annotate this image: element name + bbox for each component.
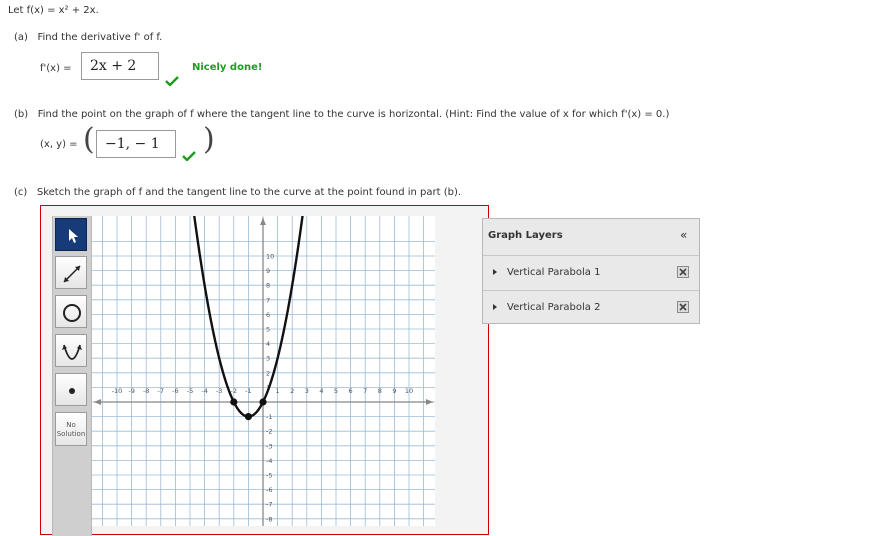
y-tick-label: -6: [266, 486, 272, 494]
y-tick-label: -2: [266, 428, 272, 436]
x-tick-label: 8: [378, 387, 382, 395]
graph-layers-panel: Graph Layers « Vertical Parabola 1 Verti…: [482, 218, 700, 324]
layer-label: Vertical Parabola 2: [507, 302, 601, 313]
no-solution-button[interactable]: No Solution: [55, 412, 87, 446]
point-tool-button[interactable]: [55, 373, 87, 406]
y-tick-label: 10: [266, 253, 274, 261]
line-tool-button[interactable]: [55, 256, 87, 289]
x-tick-label: -6: [172, 387, 178, 395]
layer-row-vertical-parabola-1[interactable]: Vertical Parabola 1: [483, 255, 699, 290]
correct-check-icon: [182, 151, 196, 161]
x-tick-label: -8: [143, 387, 149, 395]
delete-layer-button[interactable]: [677, 301, 689, 313]
x-tick-label: 10: [405, 387, 413, 395]
y-tick-label: 7: [266, 296, 270, 304]
y-tick-label: 9: [266, 267, 270, 275]
x-tick-label: -4: [201, 387, 207, 395]
left-paren: (: [83, 122, 95, 157]
close-icon: [679, 268, 687, 276]
delete-layer-button[interactable]: [677, 266, 689, 278]
x-tick-label: 6: [349, 387, 353, 395]
parabola-icon: [62, 344, 82, 360]
layer-row-vertical-parabola-2[interactable]: Vertical Parabola 2: [483, 290, 699, 325]
circle-icon: [63, 304, 81, 322]
y-tick-label: 4: [266, 340, 270, 348]
coordinate-plane[interactable]: -10 -9 -8 -7 -6 -5 -4 -3 -2 -1 1 2 3 4 5 6 7 8 9 10 10 9 8 7 6 5 4…: [92, 216, 435, 526]
y-tick-label: -7: [266, 501, 272, 509]
part-a-text: Find the derivative f' of f.: [37, 32, 163, 43]
no-solution-label-line2: Solution: [56, 430, 86, 438]
close-icon: [679, 303, 687, 311]
correct-check-icon: [165, 76, 179, 86]
derivative-answer-field[interactable]: 2x + 2: [81, 52, 159, 80]
x-tick-label: 7: [363, 387, 367, 395]
part-b-text: Find the point on the graph of f where t…: [37, 109, 670, 120]
layers-panel-title: Graph Layers: [488, 230, 563, 241]
problem-intro: Let f(x) = x² + 2x.: [8, 5, 99, 16]
x-tick-label: 5: [334, 387, 338, 395]
layer-label: Vertical Parabola 1: [507, 267, 601, 278]
point-answer-field[interactable]: −1, − 1: [96, 130, 176, 158]
x-tick-label: -10: [112, 387, 123, 395]
x-tick-label: 4: [319, 387, 323, 395]
part-c-question: (c) Sketch the graph of f and the tangen…: [14, 187, 461, 198]
y-tick-label: -3: [266, 442, 272, 450]
collapse-panel-button[interactable]: «: [680, 228, 687, 242]
x-tick-label: 2: [290, 387, 294, 395]
part-b-marker: (b): [14, 109, 29, 120]
part-a-question: (a) Find the derivative f' of f.: [14, 32, 162, 43]
y-tick-label: 3: [266, 355, 270, 363]
y-tick-label: 8: [266, 282, 270, 290]
parabola-tool-button[interactable]: [55, 334, 87, 367]
expand-triangle-icon[interactable]: [493, 269, 497, 275]
right-paren: ): [203, 122, 215, 157]
x-tick-label: 9: [392, 387, 396, 395]
x-tick-label: -3: [216, 387, 222, 395]
y-tick-label: 5: [266, 326, 270, 334]
x-tick-label: 1: [276, 387, 280, 395]
feedback-message: Nicely done!: [192, 62, 263, 73]
no-solution-label-line1: No: [66, 421, 76, 429]
plotted-point[interactable]: [244, 413, 252, 421]
circle-tool-button[interactable]: [55, 295, 87, 328]
x-tick-label: -1: [245, 387, 251, 395]
y-tick-label: 6: [266, 311, 270, 319]
part-b-question: (b) Find the point on the graph of f whe…: [14, 109, 669, 120]
x-tick-label: 3: [305, 387, 309, 395]
part-b-answer-label: (x, y) =: [40, 139, 78, 150]
x-tick-label: -7: [158, 387, 164, 395]
point-icon: [69, 388, 75, 394]
y-tick-label: -1: [266, 413, 272, 421]
y-tick-label: -8: [266, 515, 272, 523]
part-a-marker: (a): [14, 32, 28, 43]
x-tick-label: -5: [187, 387, 193, 395]
part-c-text: Sketch the graph of f and the tangent li…: [36, 187, 462, 198]
part-a-answer-label: f'(x) =: [40, 63, 72, 74]
x-tick-label: -2: [231, 387, 237, 395]
select-tool-button[interactable]: [55, 218, 87, 251]
y-tick-label: -4: [266, 457, 272, 465]
x-tick-label: -9: [128, 387, 134, 395]
part-c-marker: (c): [14, 187, 28, 198]
y-tick-label: 2: [266, 369, 270, 377]
y-tick-label: -5: [266, 472, 272, 480]
plotted-point[interactable]: [259, 398, 267, 406]
arrow-cursor-icon: [69, 229, 78, 243]
plotted-point[interactable]: [230, 398, 238, 406]
expand-triangle-icon[interactable]: [493, 304, 497, 310]
line-segment-icon: [63, 265, 81, 283]
